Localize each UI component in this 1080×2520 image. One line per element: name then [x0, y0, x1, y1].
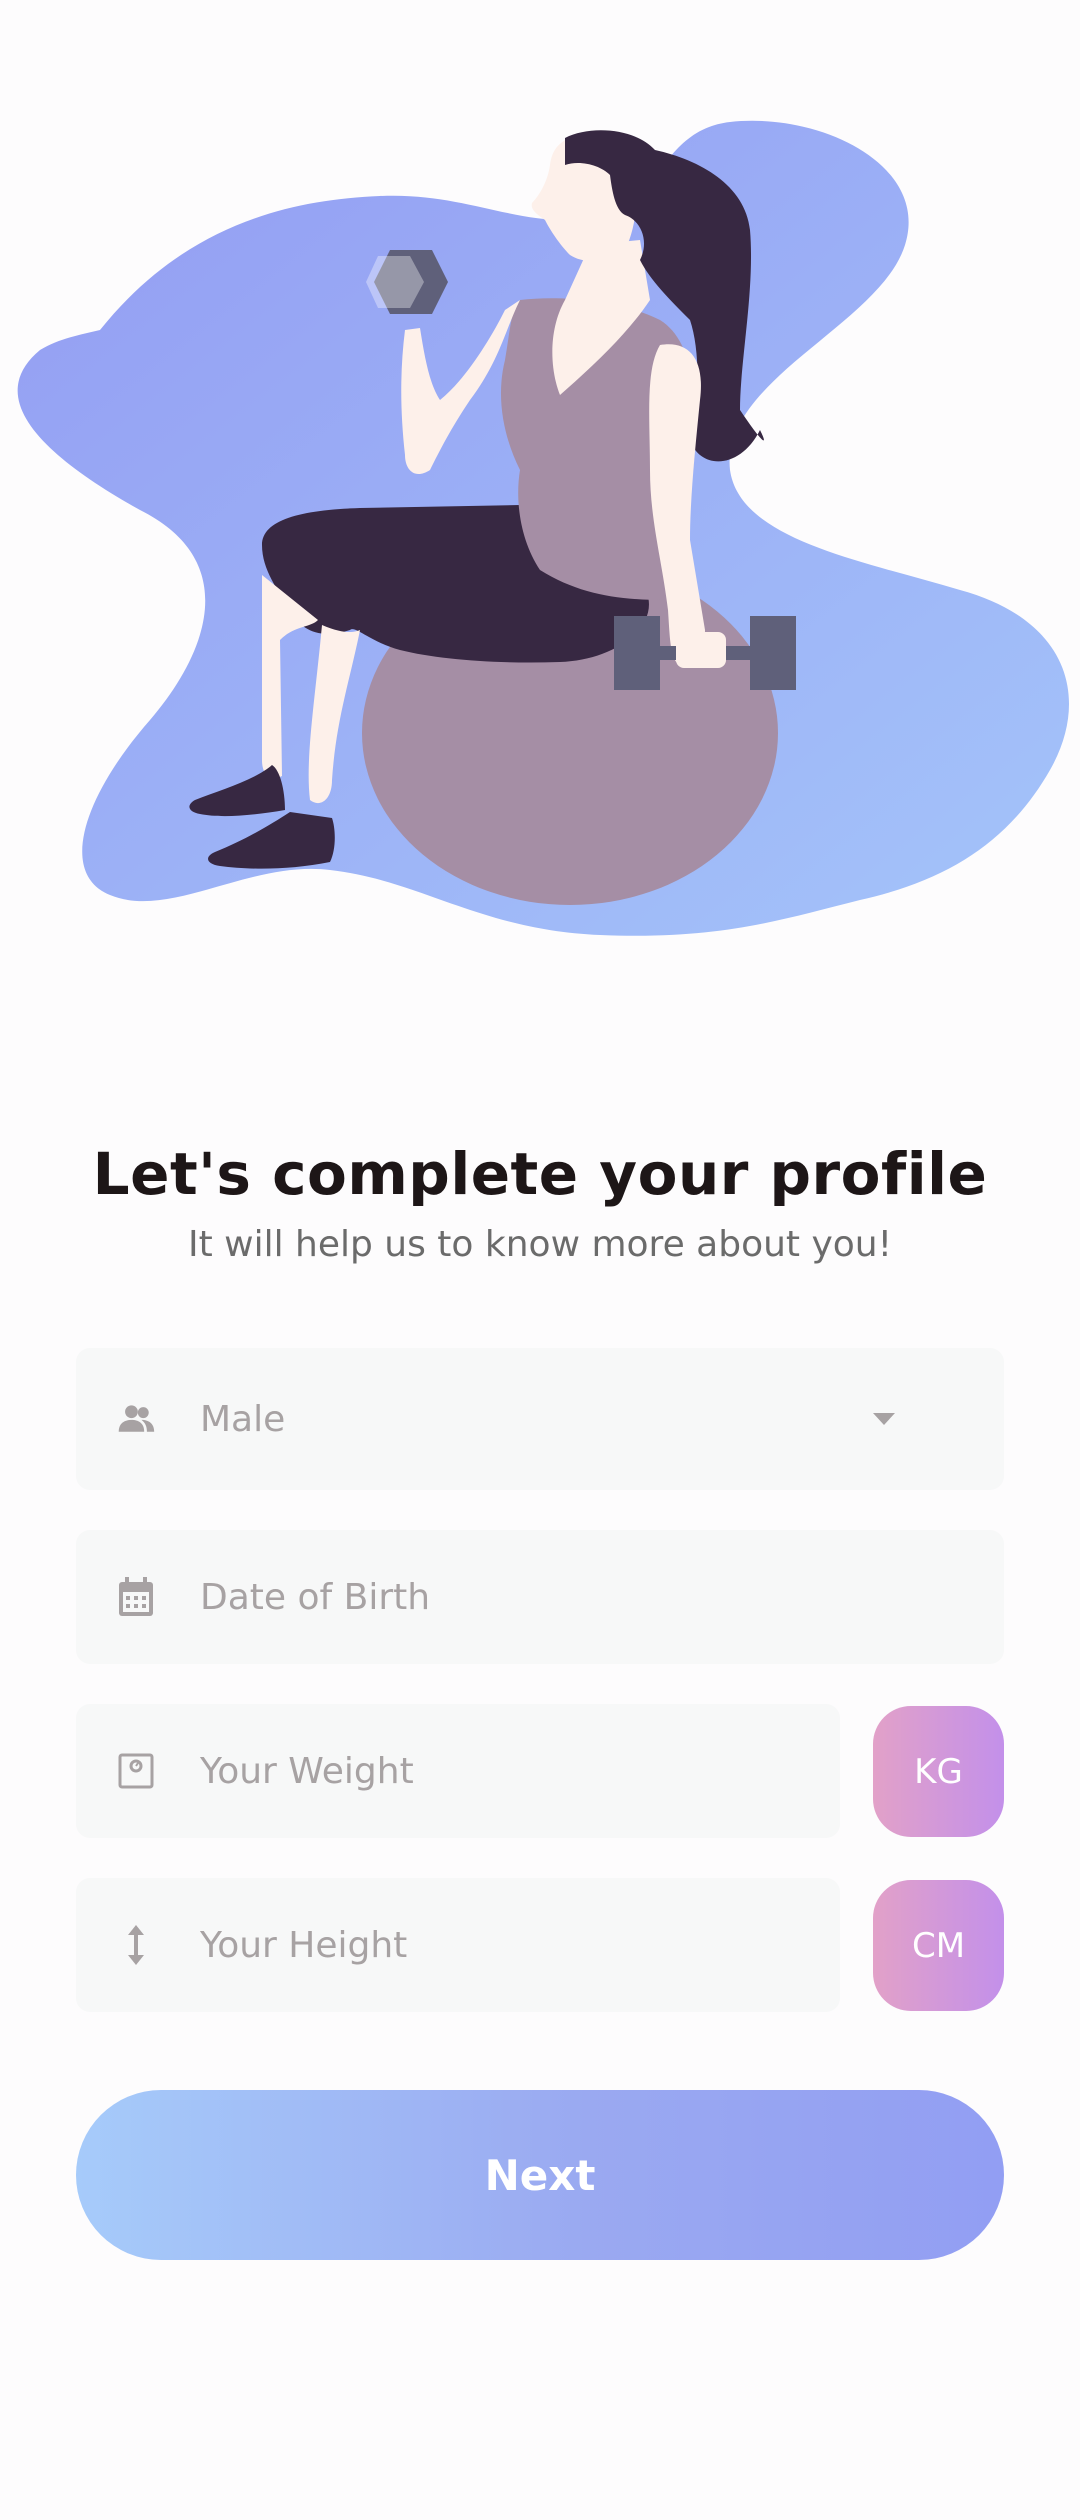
gender-value: Male	[200, 1398, 286, 1440]
woman-exercising-illustration	[17, 120, 1070, 936]
weight-unit-button[interactable]: KG	[873, 1706, 1004, 1837]
date-of-birth-field[interactable]: Date of Birth	[76, 1530, 1004, 1664]
dumbbell-raised-icon	[366, 250, 448, 314]
chevron-down-icon	[854, 1399, 914, 1439]
calendar-icon	[116, 1577, 156, 1617]
page-title: Let's complete your profile	[92, 1140, 988, 1208]
weight-placeholder: Your Weight	[200, 1750, 414, 1792]
hero-illustration	[0, 0, 1080, 1000]
scale-icon	[116, 1751, 156, 1791]
gender-dropdown[interactable]: Male	[76, 1348, 1004, 1490]
height-placeholder: Your Height	[200, 1924, 408, 1966]
next-button[interactable]: Next	[76, 2090, 1004, 2260]
users-icon	[116, 1399, 156, 1439]
height-arrows-icon	[116, 1925, 156, 1965]
weight-field[interactable]: Your Weight	[76, 1704, 840, 1838]
page-subtitle: It will help us to know more about you!	[187, 1224, 893, 1265]
height-unit-button[interactable]: CM	[873, 1880, 1004, 2011]
height-field[interactable]: Your Height	[76, 1878, 840, 2012]
date-of-birth-placeholder: Date of Birth	[200, 1576, 431, 1618]
